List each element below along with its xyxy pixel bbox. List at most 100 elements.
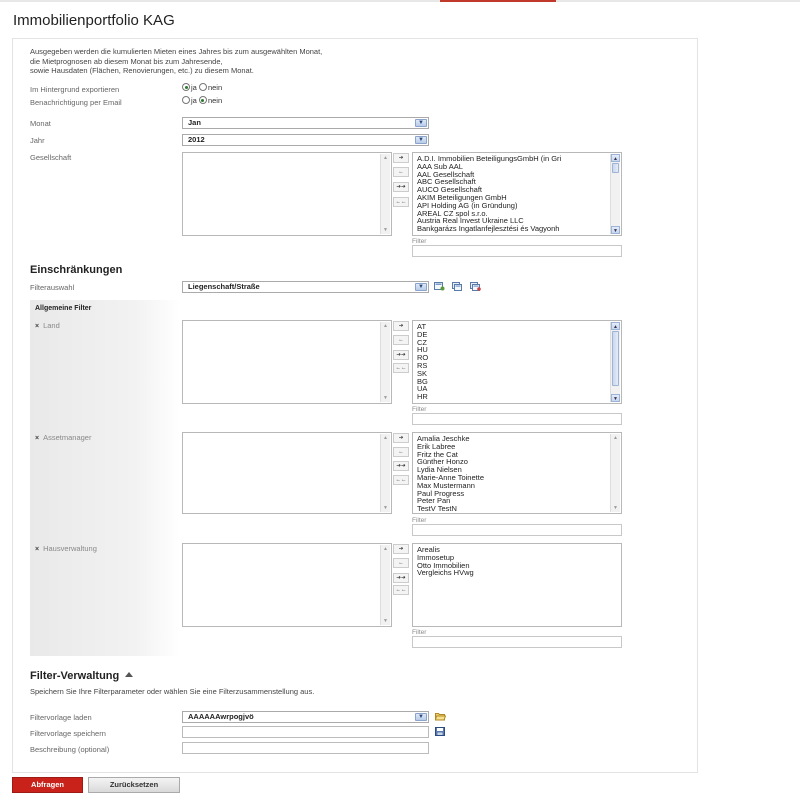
country-option[interactable]: AT <box>417 323 617 331</box>
scroll-down-icon[interactable]: ▼ <box>381 226 390 234</box>
asset-manager-option[interactable]: TestV TestN <box>417 505 617 513</box>
intro-line-1: Ausgegeben werden die kumulierten Mieten… <box>30 47 323 56</box>
property-mgmt-selected-list[interactable]: ▲ ▼ <box>182 543 392 627</box>
scrollbar[interactable]: ▲ ▼ <box>380 545 390 625</box>
asset-manager-filter-input[interactable] <box>412 524 622 536</box>
country-option[interactable]: CZ <box>417 338 617 347</box>
scroll-up-icon[interactable]: ▲ <box>381 154 390 162</box>
filter-template-save-input[interactable] <box>182 726 429 738</box>
add-all-button[interactable]: ➔➔ <box>393 461 409 471</box>
asset-manager-selected-list[interactable]: ▲ ▼ <box>182 432 392 514</box>
filter-mgmt-heading-text: Filter-Verwaltung <box>30 670 120 682</box>
country-available-list[interactable]: AT DE CZ HU RO RS SK BG UA HR ▲ ▼ <box>412 320 622 404</box>
country-option[interactable]: BG <box>417 377 617 386</box>
page-title: Immobilienportfolio KAG <box>13 12 175 29</box>
scroll-thumb[interactable] <box>612 163 619 173</box>
asset-manager-items: Amalia Jeschke Erik Labree Fritz the Cat Gü… <box>413 433 621 515</box>
open-folder-icon[interactable] <box>435 712 446 721</box>
scroll-up-icon[interactable]: ▲ <box>611 154 620 162</box>
filter-mgmt-heading[interactable]: Filter-Verwaltung <box>30 670 134 682</box>
country-option[interactable]: HR <box>417 393 617 401</box>
chevron-down-icon: ▼ <box>415 136 427 144</box>
reset-button[interactable]: Zurücksetzen <box>88 777 180 793</box>
scrollbar[interactable]: ▲ ▼ <box>380 154 390 234</box>
remove-all-button[interactable]: ←← <box>393 475 409 485</box>
country-option[interactable]: RO <box>417 354 617 362</box>
add-all-button[interactable]: ➔➔ <box>393 182 409 192</box>
scroll-up-icon[interactable]: ▲ <box>611 322 620 330</box>
country-option[interactable]: RS <box>417 362 617 370</box>
add-button[interactable]: ➔ <box>393 544 409 554</box>
scroll-down-icon[interactable]: ▼ <box>381 504 390 512</box>
filter-mgmt-description: Speichern Sie Ihre Filterparameter oder … <box>30 687 315 696</box>
add-button[interactable]: ➔ <box>393 433 409 443</box>
add-button[interactable]: ➔ <box>393 153 409 163</box>
country-items: AT DE CZ HU RO RS SK BG UA HR <box>413 321 621 403</box>
property-mgmt-filter-input[interactable] <box>412 636 622 648</box>
close-icon[interactable]: × <box>35 546 39 553</box>
month-label: Monat <box>30 119 51 128</box>
remove-button[interactable]: ← <box>393 447 409 457</box>
add-all-button[interactable]: ➔➔ <box>393 350 409 360</box>
year-select[interactable]: 2012 ▼ <box>182 134 429 146</box>
filter-template-load-select[interactable]: AAAAAAwrpogjvö ▼ <box>182 711 429 723</box>
country-selected-list[interactable]: ▲ ▼ <box>182 320 392 404</box>
company-selected-list[interactable]: ▲ ▼ <box>182 152 392 236</box>
remove-button[interactable]: ← <box>393 558 409 568</box>
property-mgmt-available-list[interactable]: Arealis Immosetup Otto Immobilien Vergleich… <box>412 543 622 627</box>
scrollbar[interactable]: ▲ ▼ <box>610 154 620 234</box>
general-filter-heading: Allgemeine Filter <box>35 305 92 312</box>
company-available-list[interactable]: A.D.I. Immobilien BeteiligungsGmbH (in G… <box>412 152 622 236</box>
remove-button[interactable]: ← <box>393 335 409 345</box>
add-filter-icon[interactable] <box>434 282 445 291</box>
scroll-up-icon[interactable]: ▲ <box>381 545 390 553</box>
close-icon[interactable]: × <box>35 435 39 442</box>
scroll-up-icon[interactable]: ▲ <box>381 322 390 330</box>
add-all-button[interactable]: ➔➔ <box>393 573 409 583</box>
export-no-radio[interactable] <box>198 83 207 91</box>
notify-yes-radio[interactable] <box>182 96 190 104</box>
scrollbar[interactable]: ▲ ▼ <box>380 322 390 402</box>
add-button[interactable]: ➔ <box>393 321 409 331</box>
notify-no-radio[interactable] <box>198 96 207 104</box>
filter-description-input[interactable] <box>182 742 429 754</box>
scroll-up-icon[interactable]: ▲ <box>381 434 390 442</box>
scroll-down-icon[interactable]: ▼ <box>611 394 620 402</box>
country-option[interactable]: DE <box>417 330 617 339</box>
remove-all-button[interactable]: ←← <box>393 585 409 595</box>
submit-button[interactable]: Abfragen <box>12 777 83 793</box>
filter-selection-select[interactable]: Liegenschaft/Straße ▼ <box>182 281 429 293</box>
export-yes-label: ja <box>191 83 197 92</box>
scrollbar[interactable]: ▲ ▼ <box>610 434 620 512</box>
intro-line-3: sowie Hausdaten (Flächen, Renovierungen,… <box>30 66 254 75</box>
country-option[interactable]: HU <box>417 346 617 354</box>
scroll-thumb[interactable] <box>612 331 619 386</box>
filter-template-load-label: Filtervorlage laden <box>30 713 92 722</box>
company-filter-input[interactable] <box>412 245 622 257</box>
export-yes-radio[interactable] <box>182 83 190 91</box>
collapse-icon[interactable] <box>125 672 134 677</box>
scroll-down-icon[interactable]: ▼ <box>611 504 620 512</box>
remove-button[interactable]: ← <box>393 167 409 177</box>
asset-manager-available-list[interactable]: Amalia Jeschke Erik Labree Fritz the Cat Gü… <box>412 432 622 514</box>
scroll-down-icon[interactable]: ▼ <box>611 226 620 234</box>
remove-filter-icon[interactable] <box>470 282 481 291</box>
scrollbar[interactable]: ▲ ▼ <box>380 434 390 512</box>
scroll-down-icon[interactable]: ▼ <box>381 617 390 625</box>
property-mgmt-option[interactable]: Vergleichs HVwg <box>417 569 617 577</box>
remove-all-button[interactable]: ←← <box>393 363 409 373</box>
country-filter-input[interactable] <box>412 413 622 425</box>
month-select[interactable]: Jan ▼ <box>182 117 429 129</box>
export-no-label: nein <box>207 83 223 92</box>
save-icon[interactable] <box>435 727 446 736</box>
notify-label: Benachrichtigung per Email <box>30 98 122 107</box>
scroll-down-icon[interactable]: ▼ <box>381 394 390 402</box>
company-option[interactable]: Bankgarázs Ingatlanfejlesztési és Vagyon… <box>417 225 617 233</box>
copy-filter-icon[interactable] <box>452 282 463 291</box>
scroll-up-icon[interactable]: ▲ <box>611 434 620 442</box>
close-icon[interactable]: × <box>35 323 39 330</box>
remove-all-button[interactable]: ←← <box>393 197 409 207</box>
country-option[interactable]: UA <box>417 385 617 393</box>
country-option[interactable]: SK <box>417 369 617 378</box>
scrollbar[interactable]: ▲ ▼ <box>610 322 620 402</box>
